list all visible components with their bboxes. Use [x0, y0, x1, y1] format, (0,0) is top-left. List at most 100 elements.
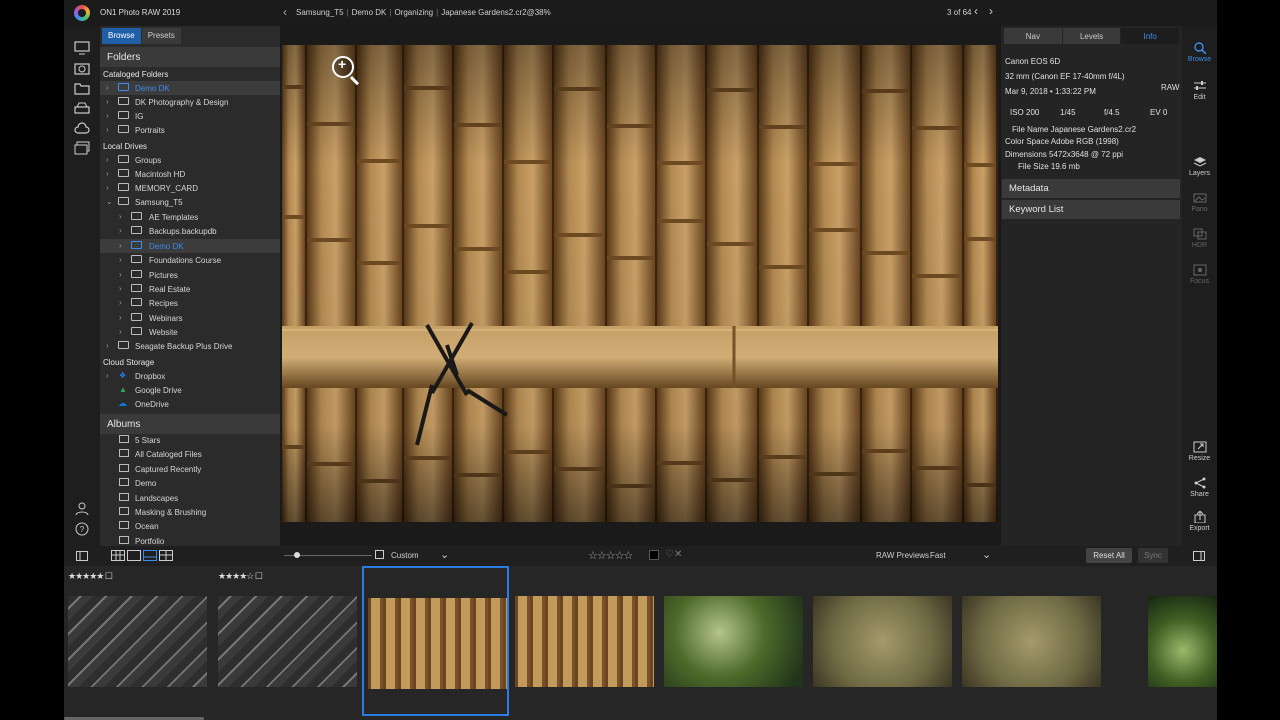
share-button[interactable]: Share	[1182, 477, 1217, 498]
edit-module-button[interactable]: Edit	[1182, 80, 1217, 101]
chevron-down-icon[interactable]: ⌄	[440, 548, 449, 561]
previous-image-icon[interactable]: ‹	[974, 4, 978, 18]
hdr-button[interactable]: HDR	[1182, 228, 1217, 249]
resize-button[interactable]: Resize	[1182, 441, 1217, 462]
filmstrip-thumbnail[interactable]	[362, 566, 509, 716]
thumbnail-image[interactable]	[368, 598, 507, 689]
thumbnail-image[interactable]	[813, 596, 952, 687]
tab-browse[interactable]: Browse	[102, 28, 141, 44]
toggle-right-panel-icon[interactable]	[1193, 551, 1205, 561]
album-label: 5 Stars	[135, 436, 161, 445]
image-viewer[interactable]	[280, 26, 1001, 546]
resize-label: Resize	[1188, 455, 1211, 462]
app-name: ON1 Photo RAW 2019	[100, 8, 181, 17]
thumbnail-image[interactable]	[218, 596, 357, 687]
thumbnail-image[interactable]	[962, 596, 1101, 687]
sync-button[interactable]: Sync	[1138, 548, 1168, 563]
help-icon[interactable]: ?	[74, 522, 90, 536]
star-rating[interactable]: ☆☆☆☆☆	[588, 549, 633, 562]
camera-icon[interactable]	[74, 61, 90, 75]
format-badge: RAW	[1161, 83, 1180, 92]
raw-previews-select[interactable]: Fast	[930, 551, 946, 560]
breadcrumb-item[interactable]: Demo DK	[352, 8, 387, 17]
tab-info[interactable]: Info	[1121, 28, 1180, 44]
drive-icon	[118, 169, 129, 177]
view-mode-icons[interactable]	[111, 550, 181, 561]
slider-handle[interactable]	[294, 552, 300, 558]
thumbnail-image[interactable]	[1148, 596, 1217, 687]
export-label: Export	[1189, 525, 1210, 532]
info-panel: Nav Levels Info Canon EOS 6D 32 mm (Cano…	[1002, 26, 1182, 546]
chevron-right-icon[interactable]: ›	[119, 313, 122, 322]
filmstrip-thumbnail[interactable]	[1144, 566, 1217, 716]
thumbnail-image[interactable]	[515, 596, 654, 687]
chevron-right-icon[interactable]: ›	[119, 298, 122, 307]
breadcrumb-item[interactable]: Organizing	[394, 8, 433, 17]
thumbnail-star-rating[interactable]: ★★★★☆ ☐	[218, 571, 263, 582]
breadcrumb-item[interactable]: Samsung_T5	[296, 8, 344, 17]
filmstrip-thumbnail[interactable]	[660, 566, 807, 716]
filmstrip-thumbnail[interactable]	[511, 566, 658, 716]
chevron-right-icon[interactable]: ›	[119, 284, 122, 293]
layers-button[interactable]: Layers	[1182, 156, 1217, 177]
tab-presets[interactable]: Presets	[141, 28, 181, 44]
like-reject-icons[interactable]: ♡✕	[665, 549, 682, 560]
file-name: File Name Japanese Gardens2.cr2	[1012, 125, 1137, 134]
chevron-down-icon[interactable]: ⌄	[106, 197, 113, 206]
browse-icon	[1193, 42, 1207, 54]
chevron-right-icon[interactable]: ›	[106, 97, 109, 106]
chevron-right-icon[interactable]: ›	[119, 270, 122, 279]
sort-select[interactable]: Custom	[391, 551, 419, 560]
chevron-right-icon[interactable]: ›	[106, 83, 109, 92]
chevron-right-icon[interactable]: ›	[119, 226, 122, 235]
chevron-right-icon[interactable]: ›	[106, 155, 109, 164]
pano-button[interactable]: Pano	[1182, 192, 1217, 213]
chevron-right-icon[interactable]: ›	[119, 212, 122, 221]
filmstrip-thumbnail[interactable]: ★★★★☆ ☐	[214, 566, 361, 716]
metadata-header[interactable]: Metadata	[1002, 179, 1180, 198]
chevron-right-icon[interactable]: ›	[106, 125, 109, 134]
chevron-right-icon[interactable]: ›	[119, 255, 122, 264]
toggle-sidebar-icon[interactable]	[76, 551, 88, 561]
chevron-right-icon[interactable]: ›	[119, 241, 122, 250]
folder-sync-icon[interactable]	[74, 81, 90, 95]
chevron-right-icon[interactable]: ›	[106, 111, 109, 120]
keyword-list-header[interactable]: Keyword List	[1002, 200, 1180, 219]
chevron-right-icon[interactable]: ›	[119, 327, 122, 336]
thumbnail-image[interactable]	[68, 596, 207, 687]
focus-button[interactable]: Focus	[1182, 264, 1217, 285]
zoom-in-icon[interactable]	[332, 56, 354, 78]
browse-module-button[interactable]: Browse	[1182, 42, 1217, 63]
color-label-swatch[interactable]	[649, 550, 659, 560]
share-label: Share	[1190, 491, 1209, 498]
select-checkbox[interactable]	[375, 550, 384, 559]
filmstrip-thumbnail[interactable]: ★★★★★ ☐	[64, 566, 211, 716]
albums-icon[interactable]	[74, 141, 90, 155]
back-chevron-icon[interactable]: ‹	[283, 5, 287, 19]
chevron-right-icon[interactable]: ›	[106, 371, 109, 380]
main-photo[interactable]	[282, 45, 998, 522]
reset-all-button[interactable]: Reset All	[1086, 548, 1132, 563]
drive-icon[interactable]	[74, 101, 90, 115]
thumbnail-image[interactable]	[664, 596, 803, 687]
export-button[interactable]: Export	[1182, 511, 1217, 532]
title-bar: ON1 Photo RAW 2019 ‹ Samsung_T5 | Demo DK |…	[64, 0, 1217, 26]
cloud-icon[interactable]	[74, 121, 90, 135]
chevron-down-icon[interactable]: ⌄	[982, 548, 991, 561]
local-drives-label: Local Drives	[103, 142, 148, 151]
album-icon	[119, 535, 129, 544]
chevron-right-icon[interactable]: ›	[106, 341, 109, 350]
chevron-right-icon[interactable]: ›	[106, 183, 109, 192]
user-icon[interactable]	[74, 502, 90, 516]
monitor-icon[interactable]	[74, 41, 90, 55]
next-image-icon[interactable]: ›	[989, 4, 993, 18]
filmstrip-thumbnail[interactable]	[958, 566, 1105, 716]
thumbnail-star-rating[interactable]: ★★★★★ ☐	[68, 571, 113, 582]
image-counter: 3 of 64	[947, 8, 972, 17]
folder-icon	[131, 298, 142, 307]
tab-levels[interactable]: Levels	[1062, 28, 1121, 44]
filmstrip-thumbnail[interactable]	[809, 566, 956, 716]
drive-icon	[118, 197, 129, 205]
chevron-right-icon[interactable]: ›	[106, 169, 109, 178]
tab-nav[interactable]: Nav	[1004, 28, 1062, 44]
